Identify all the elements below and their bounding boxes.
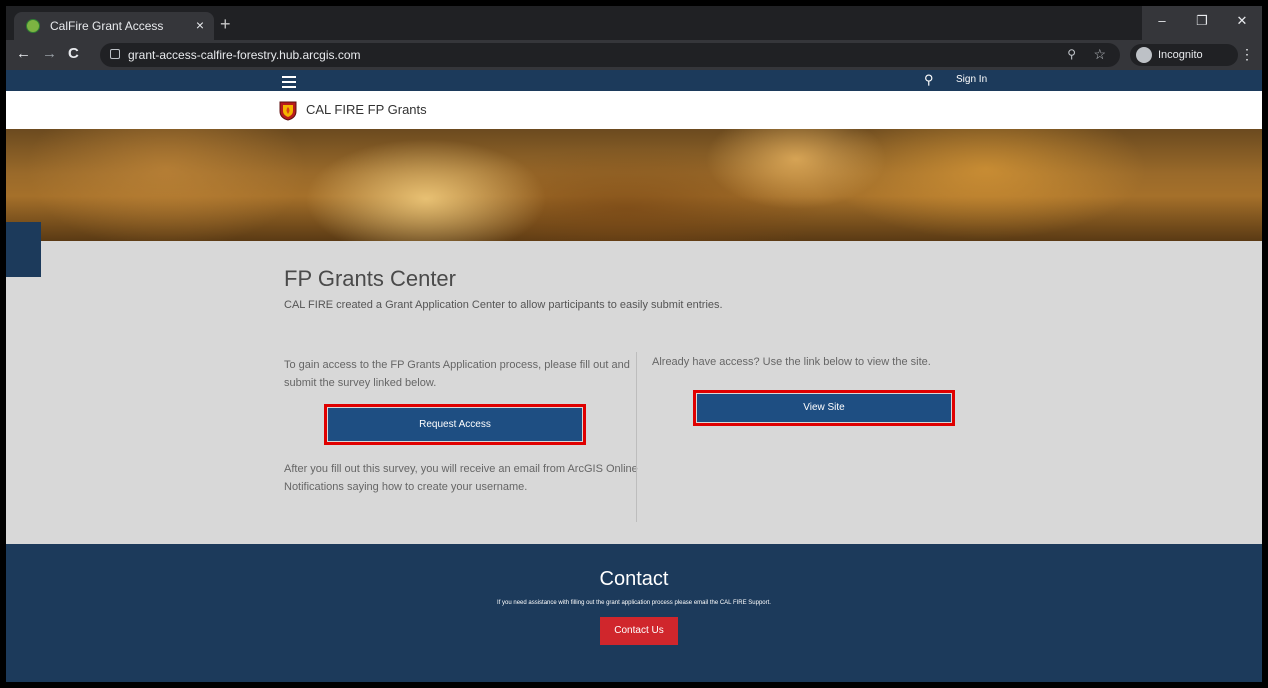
new-tab-button[interactable]: + xyxy=(220,14,231,35)
contact-title: Contact xyxy=(599,568,669,590)
request-instructions: To gain access to the FP Grants Applicat… xyxy=(284,359,630,389)
page-subtitle: CAL FIRE created a Grant Application Cen… xyxy=(284,299,723,311)
tab-close-icon[interactable]: × xyxy=(196,17,204,33)
request-access-button[interactable]: Request Access xyxy=(328,408,582,441)
side-tab[interactable] xyxy=(6,222,41,277)
site-header: CAL FIRE FP Grants xyxy=(6,91,1262,129)
browser-menu-icon[interactable]: ⋮ xyxy=(1240,46,1254,63)
browser-window: CalFire Grant Access × + – ❐ ✕ ← → C gra… xyxy=(6,6,1262,682)
reload-icon[interactable]: C xyxy=(68,45,79,62)
column-divider xyxy=(636,352,637,522)
lock-icon xyxy=(110,49,120,59)
tab-strip: CalFire Grant Access × + – ❐ ✕ xyxy=(6,6,1262,40)
incognito-badge[interactable]: Incognito xyxy=(1130,44,1238,66)
page-title: FP Grants Center xyxy=(284,266,456,291)
sign-in-link[interactable]: Sign In xyxy=(956,74,987,85)
view-site-button[interactable]: View Site xyxy=(697,394,951,422)
back-icon[interactable]: ← xyxy=(16,45,31,62)
view-site-instructions: Already have access? Use the link below … xyxy=(652,356,931,368)
address-bar[interactable]: grant-access-calfire-forestry.hub.arcgis… xyxy=(100,43,1120,67)
favicon-icon xyxy=(26,19,40,33)
after-survey-text: After you fill out this survey, you will… xyxy=(284,463,638,493)
cal-fire-logo-icon xyxy=(279,101,297,121)
browser-tab[interactable]: CalFire Grant Access × xyxy=(14,12,214,40)
url-text: grant-access-calfire-forestry.hub.arcgis… xyxy=(128,48,361,62)
contact-footer: Contact If you need assistance with fill… xyxy=(6,544,1262,682)
minimize-button[interactable]: – xyxy=(1142,6,1182,40)
browser-toolbar: ← → C grant-access-calfire-forestry.hub.… xyxy=(6,40,1262,70)
search-icon[interactable]: ⚲ xyxy=(924,72,934,88)
maximize-button[interactable]: ❐ xyxy=(1182,6,1222,40)
tab-title: CalFire Grant Access xyxy=(50,19,164,33)
hamburger-menu-icon[interactable] xyxy=(282,73,296,88)
contact-text: If you need assistance with filling out … xyxy=(497,600,771,606)
incognito-label: Incognito xyxy=(1158,49,1203,61)
zoom-icon[interactable]: ⚲ xyxy=(1067,47,1076,61)
site-top-nav: ⚲ Sign In xyxy=(6,70,1262,91)
hero-fire-banner xyxy=(6,129,1262,241)
site-title[interactable]: CAL FIRE FP Grants xyxy=(306,102,427,117)
window-close-button[interactable]: ✕ xyxy=(1222,6,1262,40)
bookmark-star-icon[interactable]: ☆ xyxy=(1093,46,1106,63)
incognito-icon xyxy=(1136,47,1152,63)
forward-icon[interactable]: → xyxy=(42,45,57,62)
web-page: ⚲ Sign In CAL FIRE FP Grants FP Grants C… xyxy=(6,70,1262,682)
contact-us-button[interactable]: Contact Us xyxy=(600,617,678,645)
